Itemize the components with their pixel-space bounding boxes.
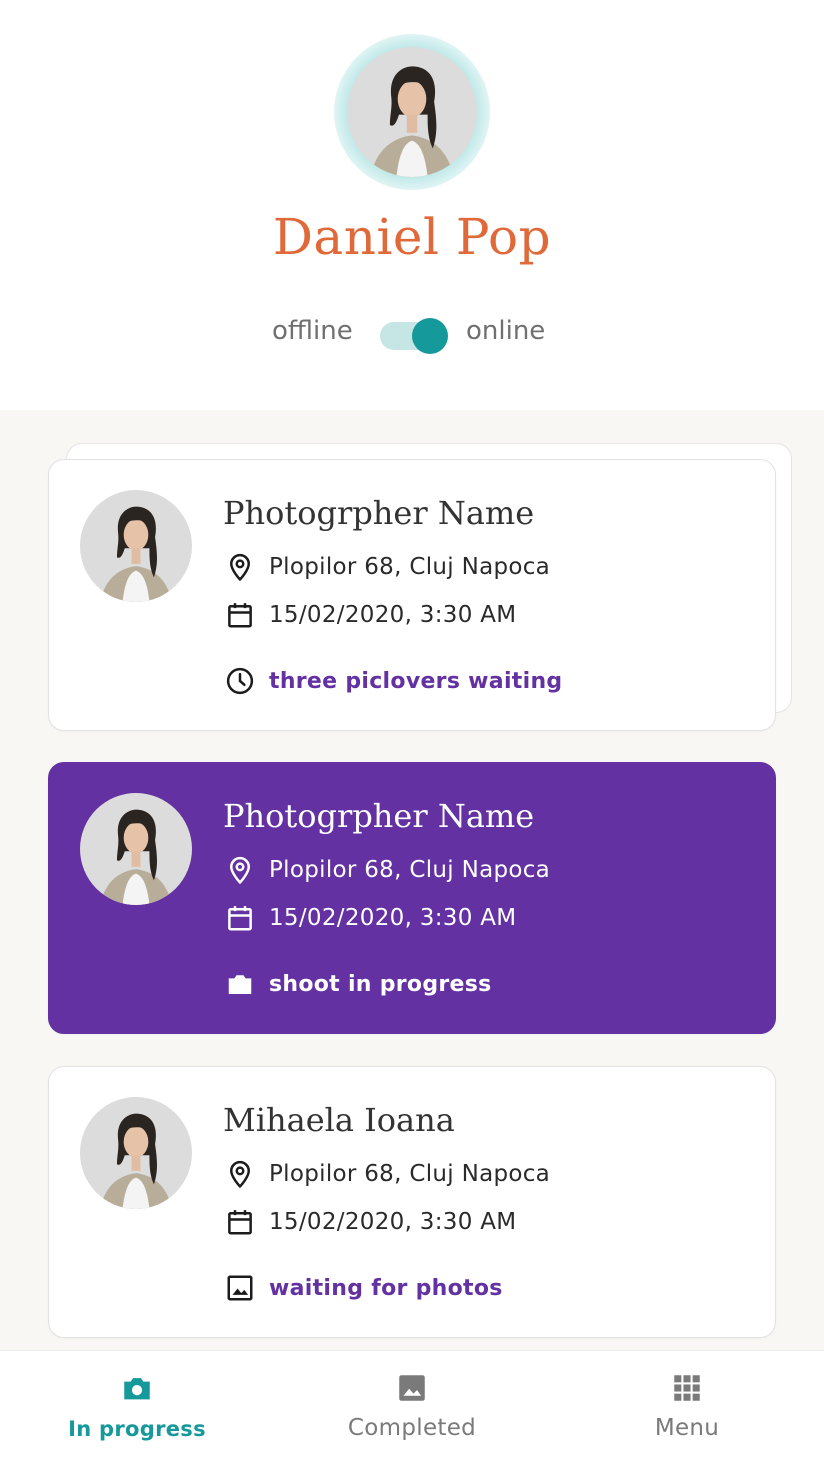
- status-text: waiting for photos: [269, 1276, 503, 1301]
- image-icon: [395, 1371, 429, 1405]
- bottom-nav: In progress Completed Menu: [0, 1350, 824, 1462]
- online-status-row: offline online: [0, 308, 824, 356]
- photographer-avatar: [80, 793, 192, 905]
- status-text: three piclovers waiting: [269, 669, 563, 694]
- status-text: shoot in progress: [269, 972, 492, 997]
- photographer-avatar: [80, 1097, 192, 1209]
- profile-name: Daniel Pop: [272, 208, 552, 266]
- location-pin-icon: [225, 855, 255, 885]
- session-card[interactable]: Photogrpher Name Plopilor 68, Cluj Napoc…: [48, 459, 776, 731]
- nav-tab-menu[interactable]: Menu: [550, 1351, 824, 1462]
- location-pin-icon: [225, 1159, 255, 1189]
- status-online-label: online: [466, 316, 546, 346]
- grid-icon: [674, 1375, 700, 1401]
- status-offline-label: offline: [272, 316, 353, 346]
- photographer-avatar: [80, 490, 192, 602]
- address-text: Plopilor 68, Cluj Napoca: [269, 554, 551, 580]
- photographer-name: Photogrpher Name: [223, 797, 535, 835]
- nav-tab-completed[interactable]: Completed: [275, 1351, 549, 1462]
- camera-icon: [225, 969, 255, 999]
- nav-tab-in-progress[interactable]: In progress: [0, 1351, 274, 1462]
- session-card-active[interactable]: Photogrpher Name Plopilor 68, Cluj Napoc…: [48, 762, 776, 1034]
- profile-avatar[interactable]: [347, 47, 477, 177]
- address-text: Plopilor 68, Cluj Napoca: [269, 857, 551, 883]
- photographer-name: Photogrpher Name: [223, 494, 535, 532]
- datetime-text: 15/02/2020, 3:30 AM: [269, 1209, 517, 1235]
- nav-label: Menu: [654, 1415, 720, 1441]
- clock-icon: [225, 666, 255, 696]
- nav-label: Completed: [347, 1415, 477, 1441]
- session-card[interactable]: Mihaela Ioana Plopilor 68, Cluj Napoca 1…: [48, 1066, 776, 1338]
- image-icon: [225, 1273, 255, 1303]
- toggle-knob: [412, 318, 448, 354]
- datetime-text: 15/02/2020, 3:30 AM: [269, 905, 517, 931]
- nav-label: In progress: [68, 1417, 206, 1441]
- datetime-text: 15/02/2020, 3:30 AM: [269, 602, 517, 628]
- profile-header: Daniel Pop offline online: [0, 0, 824, 410]
- address-text: Plopilor 68, Cluj Napoca: [269, 1161, 551, 1187]
- calendar-icon: [225, 1207, 255, 1237]
- camera-icon: [120, 1371, 154, 1405]
- calendar-icon: [225, 903, 255, 933]
- photographer-name: Mihaela Ioana: [223, 1101, 455, 1139]
- location-pin-icon: [225, 552, 255, 582]
- online-toggle[interactable]: [380, 316, 448, 354]
- calendar-icon: [225, 600, 255, 630]
